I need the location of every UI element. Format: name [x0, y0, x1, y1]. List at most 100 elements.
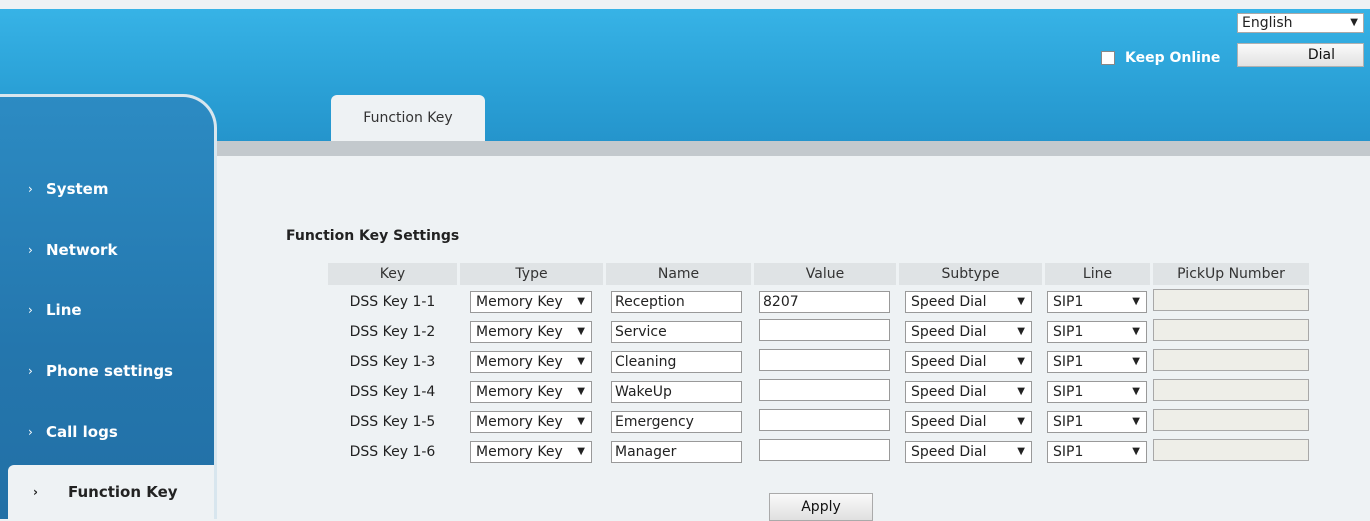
sidebar-item-system[interactable]: › System	[0, 167, 214, 211]
chevron-right-icon: ›	[33, 485, 38, 499]
subtype-value: Speed Dial	[911, 324, 987, 340]
dropdown-arrow-icon: ▼	[1017, 326, 1025, 337]
section-title: Function Key Settings	[286, 228, 460, 244]
chevron-right-icon: ›	[28, 425, 33, 439]
line-select[interactable]: SIP1 ▼	[1047, 411, 1147, 433]
name-input[interactable]: Service	[611, 321, 742, 343]
dropdown-arrow-icon: ▼	[1132, 386, 1140, 397]
language-value: English	[1242, 15, 1293, 31]
type-select[interactable]: Memory Key ▼	[470, 441, 592, 463]
table-row: DSS Key 1-3 Memory Key ▼ Cleaning Speed Dial…	[328, 349, 1309, 375]
line-value: SIP1	[1053, 444, 1084, 460]
pickup-number-input	[1153, 319, 1309, 341]
dial-button[interactable]: Dial	[1237, 43, 1364, 67]
sidebar-item-network[interactable]: › Network	[0, 228, 214, 272]
subtype-value: Speed Dial	[911, 384, 987, 400]
dropdown-arrow-icon: ▼	[577, 356, 585, 367]
subtype-select[interactable]: Speed Dial ▼	[905, 351, 1032, 373]
sidebar-item-label: Network	[46, 241, 118, 259]
dropdown-arrow-icon: ▼	[1017, 446, 1025, 457]
tab-function-key[interactable]: Function Key	[331, 95, 485, 141]
tab-strip	[217, 141, 1370, 156]
key-label: DSS Key 1-2	[349, 324, 436, 340]
type-value: Memory Key	[476, 324, 563, 340]
subtype-select[interactable]: Speed Dial ▼	[905, 291, 1032, 313]
value-input[interactable]	[759, 349, 890, 371]
key-label: DSS Key 1-3	[349, 354, 436, 370]
line-value: SIP1	[1053, 354, 1084, 370]
type-value: Memory Key	[476, 444, 563, 460]
value-input[interactable]	[759, 409, 890, 431]
sidebar-item-label: Phone settings	[46, 362, 173, 380]
dropdown-arrow-icon: ▼	[577, 446, 585, 457]
subtype-value: Speed Dial	[911, 354, 987, 370]
name-input[interactable]: Cleaning	[611, 351, 742, 373]
keep-online-label: Keep Online	[1125, 50, 1221, 66]
language-select[interactable]: English ▼	[1237, 13, 1364, 33]
dropdown-arrow-icon: ▼	[1017, 416, 1025, 427]
dropdown-arrow-icon: ▼	[577, 326, 585, 337]
name-input[interactable]: Emergency	[611, 411, 742, 433]
type-value: Memory Key	[476, 294, 563, 310]
column-header: Subtype	[899, 263, 1042, 285]
type-select[interactable]: Memory Key ▼	[470, 351, 592, 373]
name-input[interactable]: WakeUp	[611, 381, 742, 403]
value-input[interactable]	[759, 319, 890, 341]
sidebar-item-label: Line	[46, 301, 82, 319]
table-row: DSS Key 1-2 Memory Key ▼ Service Speed Dial ▼…	[328, 319, 1309, 345]
line-value: SIP1	[1053, 324, 1084, 340]
sidebar-item-phone-settings[interactable]: › Phone settings	[0, 349, 214, 393]
type-select[interactable]: Memory Key ▼	[470, 411, 592, 433]
subtype-select[interactable]: Speed Dial ▼	[905, 411, 1032, 433]
sidebar-item-function-key[interactable]: › Function Key	[8, 465, 214, 519]
dropdown-arrow-icon: ▼	[1132, 356, 1140, 367]
subtype-value: Speed Dial	[911, 414, 987, 430]
keep-online-checkbox[interactable]	[1101, 51, 1115, 65]
type-select[interactable]: Memory Key ▼	[470, 321, 592, 343]
chevron-right-icon: ›	[28, 243, 33, 257]
pickup-number-input	[1153, 439, 1309, 461]
dropdown-arrow-icon: ▼	[577, 416, 585, 427]
sidebar-item-label: Function Key	[68, 483, 178, 501]
type-select[interactable]: Memory Key ▼	[470, 291, 592, 313]
subtype-value: Speed Dial	[911, 444, 987, 460]
sidebar-item-line[interactable]: › Line	[0, 288, 214, 332]
table-row: DSS Key 1-6 Memory Key ▼ Manager Speed Dial ▼…	[328, 439, 1309, 465]
dropdown-arrow-icon: ▼	[1017, 296, 1025, 307]
column-header: Value	[754, 263, 896, 285]
apply-button[interactable]: Apply	[769, 493, 873, 521]
column-header: PickUp Number	[1153, 263, 1309, 285]
dropdown-arrow-icon: ▼	[577, 386, 585, 397]
table-row: DSS Key 1-1 Memory Key ▼ Reception 8207 Speed…	[328, 289, 1309, 315]
sidebar-item-label: Call logs	[46, 423, 118, 441]
type-value: Memory Key	[476, 354, 563, 370]
name-input[interactable]: Reception	[611, 291, 742, 313]
line-select[interactable]: SIP1 ▼	[1047, 321, 1147, 343]
type-value: Memory Key	[476, 414, 563, 430]
chevron-right-icon: ›	[28, 303, 33, 317]
column-header: Line	[1045, 263, 1150, 285]
dropdown-arrow-icon: ▼	[1132, 296, 1140, 307]
line-value: SIP1	[1053, 294, 1084, 310]
dropdown-arrow-icon: ▼	[1350, 17, 1358, 28]
subtype-select[interactable]: Speed Dial ▼	[905, 321, 1032, 343]
name-input[interactable]: Manager	[611, 441, 742, 463]
subtype-select[interactable]: Speed Dial ▼	[905, 441, 1032, 463]
line-select[interactable]: SIP1 ▼	[1047, 441, 1147, 463]
line-select[interactable]: SIP1 ▼	[1047, 291, 1147, 313]
type-select[interactable]: Memory Key ▼	[470, 381, 592, 403]
key-label: DSS Key 1-5	[349, 414, 436, 430]
dropdown-arrow-icon: ▼	[577, 296, 585, 307]
sidebar-item-label: System	[46, 180, 109, 198]
column-header: Type	[460, 263, 603, 285]
value-input[interactable]: 8207	[759, 291, 890, 313]
keep-online-toggle[interactable]: Keep Online	[1101, 46, 1220, 70]
subtype-select[interactable]: Speed Dial ▼	[905, 381, 1032, 403]
value-input[interactable]	[759, 439, 890, 461]
sidebar-item-call-logs[interactable]: › Call logs	[0, 410, 214, 454]
line-value: SIP1	[1053, 384, 1084, 400]
line-select[interactable]: SIP1 ▼	[1047, 351, 1147, 373]
line-select[interactable]: SIP1 ▼	[1047, 381, 1147, 403]
key-label: DSS Key 1-4	[349, 384, 436, 400]
value-input[interactable]	[759, 379, 890, 401]
